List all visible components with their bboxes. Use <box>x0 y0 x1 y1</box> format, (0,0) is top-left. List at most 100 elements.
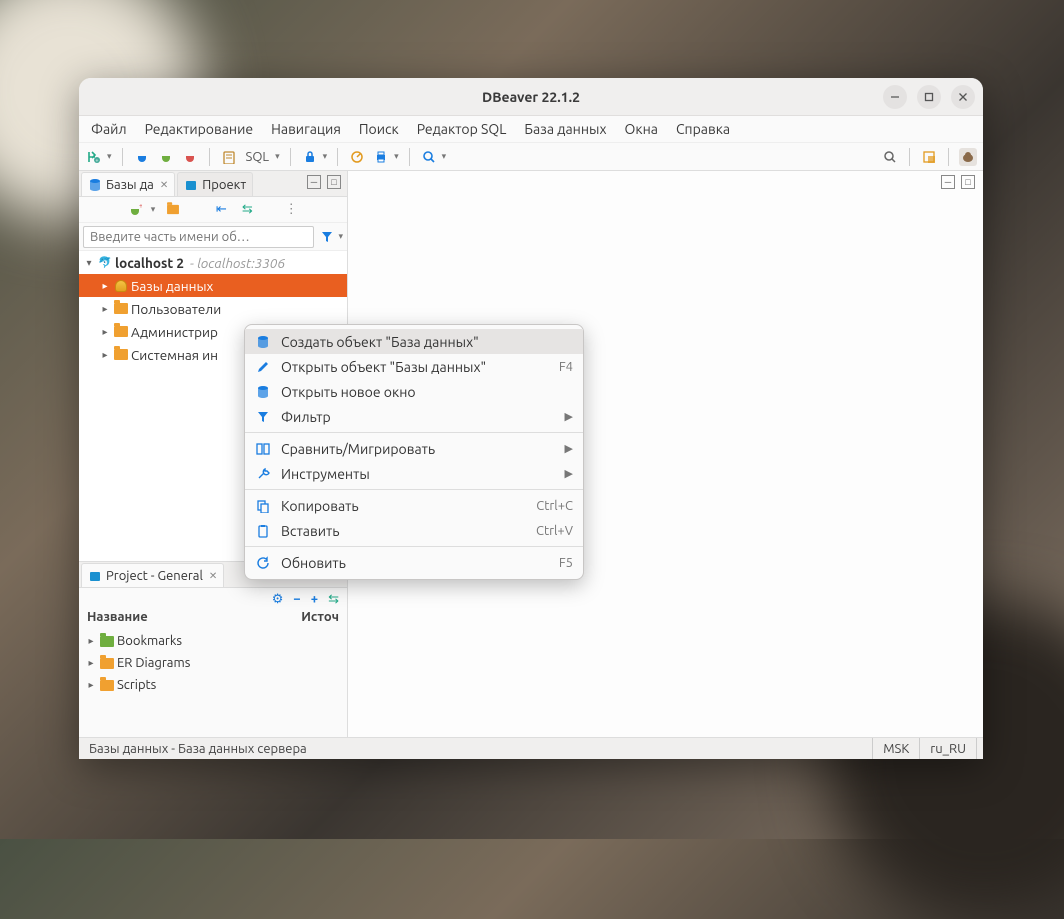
chevron-down-icon[interactable]: ▾ <box>394 151 399 162</box>
main-toolbar: + ▾ SQL ▾ ▾ ▾ ▾ <box>79 143 983 171</box>
pencil-icon <box>255 359 271 375</box>
search-icon[interactable] <box>881 148 899 166</box>
maximize-view-icon[interactable]: □ <box>327 175 341 189</box>
menu-label: Открыть новое окно <box>281 384 573 400</box>
erdiagrams-node[interactable]: ▸ ER Diagrams <box>79 652 347 674</box>
gauge-icon[interactable] <box>348 148 366 166</box>
menu-create-object[interactable]: Создать объект "База данных" <box>245 329 583 354</box>
tools-icon <box>255 466 271 482</box>
node-label: Базы данных <box>131 278 213 294</box>
menu-file[interactable]: Файл <box>91 121 127 137</box>
link-icon[interactable]: ⇆ <box>328 592 339 607</box>
minimize-view-icon[interactable]: ─ <box>307 175 321 189</box>
menu-search[interactable]: Поиск <box>359 121 399 137</box>
maximize-view-icon[interactable]: □ <box>961 175 975 189</box>
chevron-right-icon[interactable]: ▸ <box>85 657 97 669</box>
chevron-down-icon[interactable]: ▾ <box>442 151 447 162</box>
plug-connect-icon[interactable] <box>133 148 151 166</box>
databases-node[interactable]: ▸ Базы данных <box>79 274 347 297</box>
menu-icon[interactable]: ⋮ <box>283 202 299 218</box>
plug-disconnect-icon[interactable] <box>181 148 199 166</box>
chevron-down-icon[interactable]: ▾ <box>338 231 343 242</box>
menu-sqleditor[interactable]: Редактор SQL <box>417 121 507 137</box>
connection-node[interactable]: ▾ 🐬 localhost 2 - localhost:3306 <box>79 251 347 274</box>
chevron-right-icon[interactable]: ▸ <box>99 349 111 361</box>
filter-icon <box>255 409 271 425</box>
node-label: Администрир <box>131 324 218 340</box>
menu-label: Обновить <box>281 555 549 571</box>
compare-icon <box>255 441 271 457</box>
node-label: Scripts <box>117 678 156 692</box>
perspective-icon[interactable] <box>920 148 938 166</box>
column-source[interactable]: Источ <box>301 610 339 629</box>
maximize-button[interactable] <box>917 85 941 109</box>
navigator-toolbar: + ▾ ⇤ ⇆ ⋮ <box>79 197 347 223</box>
print-icon[interactable] <box>372 148 390 166</box>
menu-copy[interactable]: Копировать Ctrl+C <box>245 493 583 518</box>
chevron-right-icon[interactable]: ▸ <box>99 280 111 292</box>
menu-nav[interactable]: Навигация <box>271 121 341 137</box>
menu-compare[interactable]: Сравнить/Мигрировать ▶ <box>245 436 583 461</box>
menu-edit[interactable]: Редактирование <box>145 121 253 137</box>
close-icon[interactable]: ✕ <box>209 570 217 582</box>
filter-icon[interactable] <box>318 228 336 246</box>
minimize-button[interactable] <box>883 85 907 109</box>
users-node[interactable]: ▸ Пользователи <box>79 297 347 320</box>
chevron-right-icon[interactable]: ▸ <box>99 303 111 315</box>
scripts-node[interactable]: ▸ Scripts <box>79 674 347 696</box>
collapse-icon[interactable]: − <box>293 592 300 606</box>
menu-new-window[interactable]: Открыть новое окно <box>245 379 583 404</box>
menu-filter[interactable]: Фильтр ▶ <box>245 404 583 429</box>
gear-icon[interactable]: ⚙ <box>272 592 284 607</box>
bookmarks-node[interactable]: ▸ Bookmarks <box>79 630 347 652</box>
paste-icon <box>255 523 271 539</box>
menu-tools[interactable]: Инструменты ▶ <box>245 461 583 486</box>
menu-refresh[interactable]: Обновить F5 <box>245 550 583 575</box>
sql-dropdown[interactable]: SQL <box>246 150 270 164</box>
plug-reconnect-icon[interactable] <box>157 148 175 166</box>
expand-icon[interactable]: + <box>311 592 318 606</box>
menu-paste[interactable]: Вставить Ctrl+V <box>245 518 583 543</box>
node-label: Пользователи <box>131 301 221 317</box>
chevron-down-icon[interactable]: ▾ <box>83 257 95 269</box>
chevron-down-icon[interactable]: ▾ <box>275 151 280 162</box>
menu-label: Фильтр <box>281 409 555 425</box>
sql-script-icon[interactable] <box>220 148 238 166</box>
menu-help[interactable]: Справка <box>676 121 730 137</box>
minimize-view-icon[interactable]: ─ <box>941 175 955 189</box>
status-spacer <box>977 738 983 759</box>
lock-icon[interactable] <box>301 148 319 166</box>
folder-icon <box>99 633 115 649</box>
filter-input[interactable] <box>83 226 314 248</box>
new-connection-icon[interactable]: + <box>85 148 103 166</box>
filter-row: ▾ <box>79 223 347 251</box>
chevron-down-icon[interactable]: ▾ <box>323 151 328 162</box>
shortcut: Ctrl+C <box>536 499 573 513</box>
tab-project-general[interactable]: Project - General ✕ <box>81 563 224 587</box>
menu-database[interactable]: База данных <box>524 121 606 137</box>
chevron-right-icon[interactable]: ▸ <box>85 679 97 691</box>
new-connection-icon[interactable]: + <box>127 202 143 218</box>
search-icon[interactable] <box>420 148 438 166</box>
tab-project[interactable]: Проект <box>177 172 253 196</box>
menu-windows[interactable]: Окна <box>625 121 658 137</box>
column-name[interactable]: Название <box>87 610 301 629</box>
close-button[interactable] <box>951 85 975 109</box>
link-icon[interactable]: ⇆ <box>239 202 255 218</box>
menu-open-object[interactable]: Открыть объект "Базы данных" F4 <box>245 354 583 379</box>
chevron-right-icon[interactable]: ▸ <box>85 635 97 647</box>
shortcut: F5 <box>559 556 573 570</box>
close-icon[interactable]: ✕ <box>160 179 168 191</box>
chevron-down-icon[interactable]: ▾ <box>107 151 112 162</box>
chevron-down-icon[interactable]: ▾ <box>151 204 156 215</box>
navigator-tabbar: Базы да ✕ Проект ─ □ <box>79 171 347 197</box>
copy-icon <box>255 498 271 514</box>
project-icon <box>88 569 102 583</box>
svg-text:+: + <box>139 203 142 210</box>
tab-databases[interactable]: Базы да ✕ <box>81 172 175 196</box>
collapse-icon[interactable]: ⇤ <box>213 202 229 218</box>
menu-label: Сравнить/Мигрировать <box>281 441 555 457</box>
beaver-icon[interactable] <box>959 148 977 166</box>
chevron-right-icon[interactable]: ▸ <box>99 326 111 338</box>
folder-icon[interactable] <box>165 202 181 218</box>
